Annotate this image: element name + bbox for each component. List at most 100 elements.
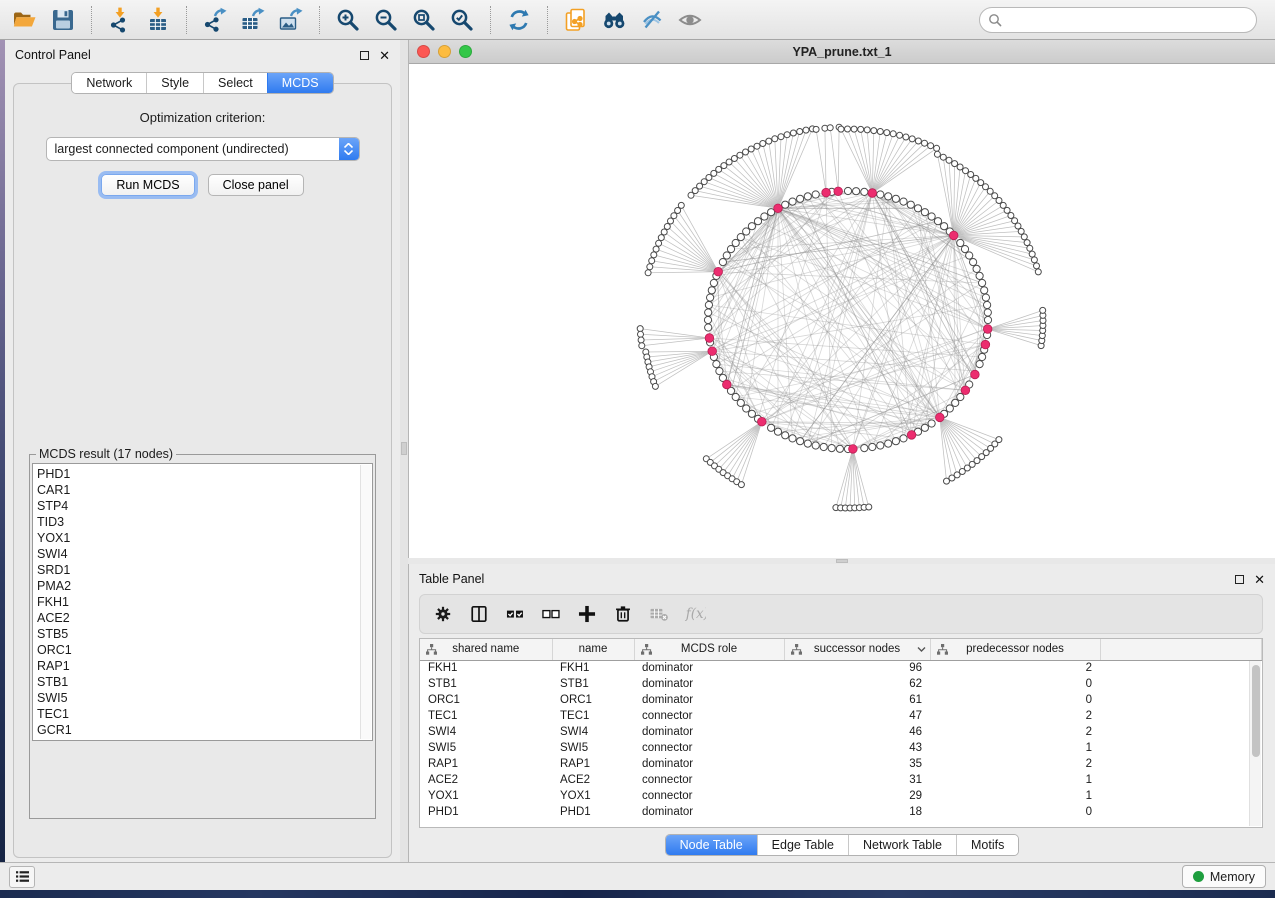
mcds-result-item[interactable]: FKH1 <box>37 594 368 610</box>
import-table-button[interactable] <box>141 4 175 36</box>
graph-node[interactable] <box>664 224 670 230</box>
mcds-result-item[interactable]: SWI5 <box>37 690 368 706</box>
graph-node[interactable] <box>892 438 899 445</box>
graph-node[interactable] <box>790 130 796 136</box>
graph-hub-node-selected[interactable] <box>907 431 916 440</box>
mcds-result-item[interactable]: RAP1 <box>37 658 368 674</box>
close-table-panel-icon[interactable]: ✕ <box>1254 573 1265 586</box>
run-mcds-button[interactable]: Run MCDS <box>101 174 194 196</box>
graph-node[interactable] <box>864 127 870 133</box>
graph-node[interactable] <box>970 259 977 266</box>
graph-node[interactable] <box>723 252 730 259</box>
table-row[interactable]: TEC1TEC1connector472 <box>420 708 1262 724</box>
graph-node[interactable] <box>789 198 796 205</box>
graph-node[interactable] <box>928 143 934 149</box>
graph-node[interactable] <box>784 132 790 138</box>
column-header-name[interactable]: name <box>552 639 634 660</box>
graph-node[interactable] <box>968 172 974 178</box>
graph-node[interactable] <box>778 134 784 140</box>
open-file-button[interactable] <box>8 4 42 36</box>
graph-node[interactable] <box>900 198 907 205</box>
graph-node[interactable] <box>707 294 714 301</box>
graph-hub-node-selected[interactable] <box>981 340 990 349</box>
graph-node[interactable] <box>1021 234 1027 240</box>
graph-hub-node-selected[interactable] <box>714 267 723 276</box>
graph-node[interactable] <box>922 140 928 146</box>
graph-node[interactable] <box>1035 269 1041 275</box>
graph-node[interactable] <box>772 136 778 142</box>
graph-node[interactable] <box>957 164 963 170</box>
graph-node[interactable] <box>737 234 744 241</box>
zoom-fit-button[interactable] <box>407 4 441 36</box>
graph-node[interactable] <box>961 246 968 253</box>
graph-node[interactable] <box>1031 257 1037 263</box>
graph-node[interactable] <box>782 432 789 439</box>
tab-network[interactable]: Network <box>72 73 146 93</box>
graph-node[interactable] <box>928 213 935 220</box>
graph-node[interactable] <box>743 149 749 155</box>
tab-style[interactable]: Style <box>146 73 203 93</box>
mcds-result-item[interactable]: CAR1 <box>37 482 368 498</box>
float-table-panel-icon[interactable] <box>1235 575 1244 584</box>
search-input[interactable] <box>1008 13 1248 27</box>
graph-node[interactable] <box>915 138 921 144</box>
graph-node[interactable] <box>861 445 868 452</box>
graph-node[interactable] <box>828 445 835 452</box>
graph-node[interactable] <box>797 195 804 202</box>
graph-node[interactable] <box>719 259 726 266</box>
tab-edge-table[interactable]: Edge Table <box>757 835 848 855</box>
graph-node[interactable] <box>866 504 872 510</box>
graph-node[interactable] <box>653 246 659 252</box>
mcds-result-item[interactable]: ACE2 <box>37 610 368 626</box>
graph-node[interactable] <box>984 301 991 308</box>
graph-node[interactable] <box>737 399 744 406</box>
mcds-result-item[interactable]: STB5 <box>37 626 368 642</box>
task-history-button[interactable] <box>9 866 35 888</box>
table-row[interactable]: ORC1ORC1dominator610 <box>420 692 1262 708</box>
graph-node[interactable] <box>946 405 953 412</box>
graph-node[interactable] <box>963 168 969 174</box>
graph-node[interactable] <box>704 316 711 323</box>
zoom-out-button[interactable] <box>369 4 403 36</box>
graph-node[interactable] <box>844 187 851 194</box>
graph-node[interactable] <box>668 218 674 224</box>
graph-hub-node-selected[interactable] <box>936 413 945 422</box>
graph-node[interactable] <box>738 482 744 488</box>
graph-node[interactable] <box>903 134 909 140</box>
graph-node[interactable] <box>981 287 988 294</box>
graph-node[interactable] <box>884 130 890 136</box>
graph-node[interactable] <box>743 228 750 235</box>
graph-node[interactable] <box>941 223 948 230</box>
deselect-all-button[interactable] <box>540 603 562 625</box>
mcds-result-item[interactable]: PHD1 <box>37 466 368 482</box>
mcds-result-item[interactable]: SWI4 <box>37 546 368 562</box>
graph-node[interactable] <box>716 368 723 375</box>
graph-node[interactable] <box>877 442 884 449</box>
mcds-result-item[interactable]: TID3 <box>37 514 368 530</box>
export-image-button[interactable] <box>274 4 308 36</box>
graph-node[interactable] <box>890 131 896 137</box>
graph-node[interactable] <box>966 252 973 259</box>
tab-node-table[interactable]: Node Table <box>666 835 757 855</box>
graph-node[interactable] <box>656 240 662 246</box>
graph-node[interactable] <box>885 193 892 200</box>
graph-hub-node-selected[interactable] <box>834 187 843 196</box>
graph-hub-node-selected[interactable] <box>983 325 992 334</box>
graph-node[interactable] <box>853 188 860 195</box>
graph-node[interactable] <box>957 239 964 246</box>
network-from-selection-button[interactable] <box>559 4 593 36</box>
graph-hub-node-selected[interactable] <box>723 380 732 389</box>
graph-node[interactable] <box>804 193 811 200</box>
graph-hub-node-selected[interactable] <box>708 347 717 356</box>
column-header-successor-nodes[interactable]: successor nodes <box>784 639 930 660</box>
export-table-button[interactable] <box>236 4 270 36</box>
graph-node[interactable] <box>858 126 864 132</box>
graph-node[interactable] <box>705 324 712 331</box>
column-header-MCDS-role[interactable]: MCDS role <box>634 639 784 660</box>
graph-node[interactable] <box>748 223 755 230</box>
graph-node[interactable] <box>957 393 964 400</box>
graph-node[interactable] <box>705 309 712 316</box>
graph-node[interactable] <box>934 151 940 157</box>
graph-node[interactable] <box>946 157 952 163</box>
graph-node[interactable] <box>774 428 781 435</box>
